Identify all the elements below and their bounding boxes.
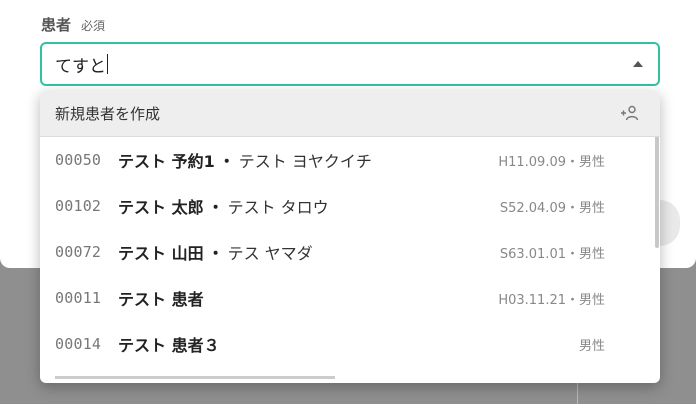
create-new-patient-option[interactable]: 新規患者を作成 (40, 91, 660, 137)
patient-id: 00011 (55, 289, 102, 307)
patient-name: テスト 患者 (118, 290, 204, 309)
chevron-up-icon[interactable] (633, 61, 643, 67)
patient-option[interactable]: 00102 テスト 太郎 ・ テスト タロウ S52.04.09・男性 (40, 183, 660, 229)
clipped-row-content (55, 376, 335, 379)
patient-option[interactable]: 00072 テスト 山田 ・ テス ヤマダ S63.01.01・男性 (40, 229, 660, 275)
patient-meta: 男性 (578, 338, 605, 354)
name-separator: ・ (207, 198, 224, 217)
patient-search-input[interactable]: てすと (40, 42, 660, 86)
patient-id: 00102 (55, 197, 102, 215)
patient-name: テスト 太郎 (118, 198, 204, 217)
name-separator: ・ (207, 244, 224, 263)
patient-option-partial[interactable] (40, 367, 660, 383)
patient-meta: S52.04.09・男性 (499, 200, 605, 216)
hidden-button-edge (660, 200, 680, 246)
patient-meta: H11.09.09・男性 (498, 154, 605, 170)
patient-meta: S63.01.01・男性 (499, 246, 605, 262)
patient-kana: テスト タロウ (227, 198, 329, 217)
patient-name: テスト 山田 (118, 244, 204, 263)
patient-field-label: 患者 必須 (41, 14, 105, 35)
field-label-text: 患者 (41, 16, 72, 34)
patient-id: 00014 (55, 335, 102, 353)
patient-name: テスト 患者３ (118, 336, 220, 355)
patient-dropdown-list: 新規患者を作成 00050 テスト 予約1 ・ テスト ヨヤクイチ H11.09… (40, 91, 660, 383)
input-value: てすと (55, 56, 106, 77)
patient-kana: テス ヤマダ (227, 244, 313, 263)
patient-option[interactable]: 00050 テスト 予約1 ・ テスト ヨヤクイチ H11.09.09・男性 (40, 137, 660, 183)
name-separator: ・ (218, 152, 235, 171)
text-caret (107, 54, 108, 74)
required-tag: 必須 (81, 19, 106, 33)
patient-id: 00072 (55, 243, 102, 261)
patient-name: テスト 予約1 (118, 152, 215, 171)
patient-option[interactable]: 00011 テスト 患者 H03.11.21・男性 (40, 275, 660, 321)
add-person-icon (621, 105, 639, 121)
patient-meta: H03.11.21・男性 (498, 292, 605, 308)
patient-id: 00050 (55, 151, 102, 169)
patient-kana: テスト ヨヤクイチ (238, 152, 372, 171)
create-patient-label: 新規患者を作成 (55, 105, 161, 123)
patient-option[interactable]: 00014 テスト 患者３ 男性 (40, 321, 660, 367)
